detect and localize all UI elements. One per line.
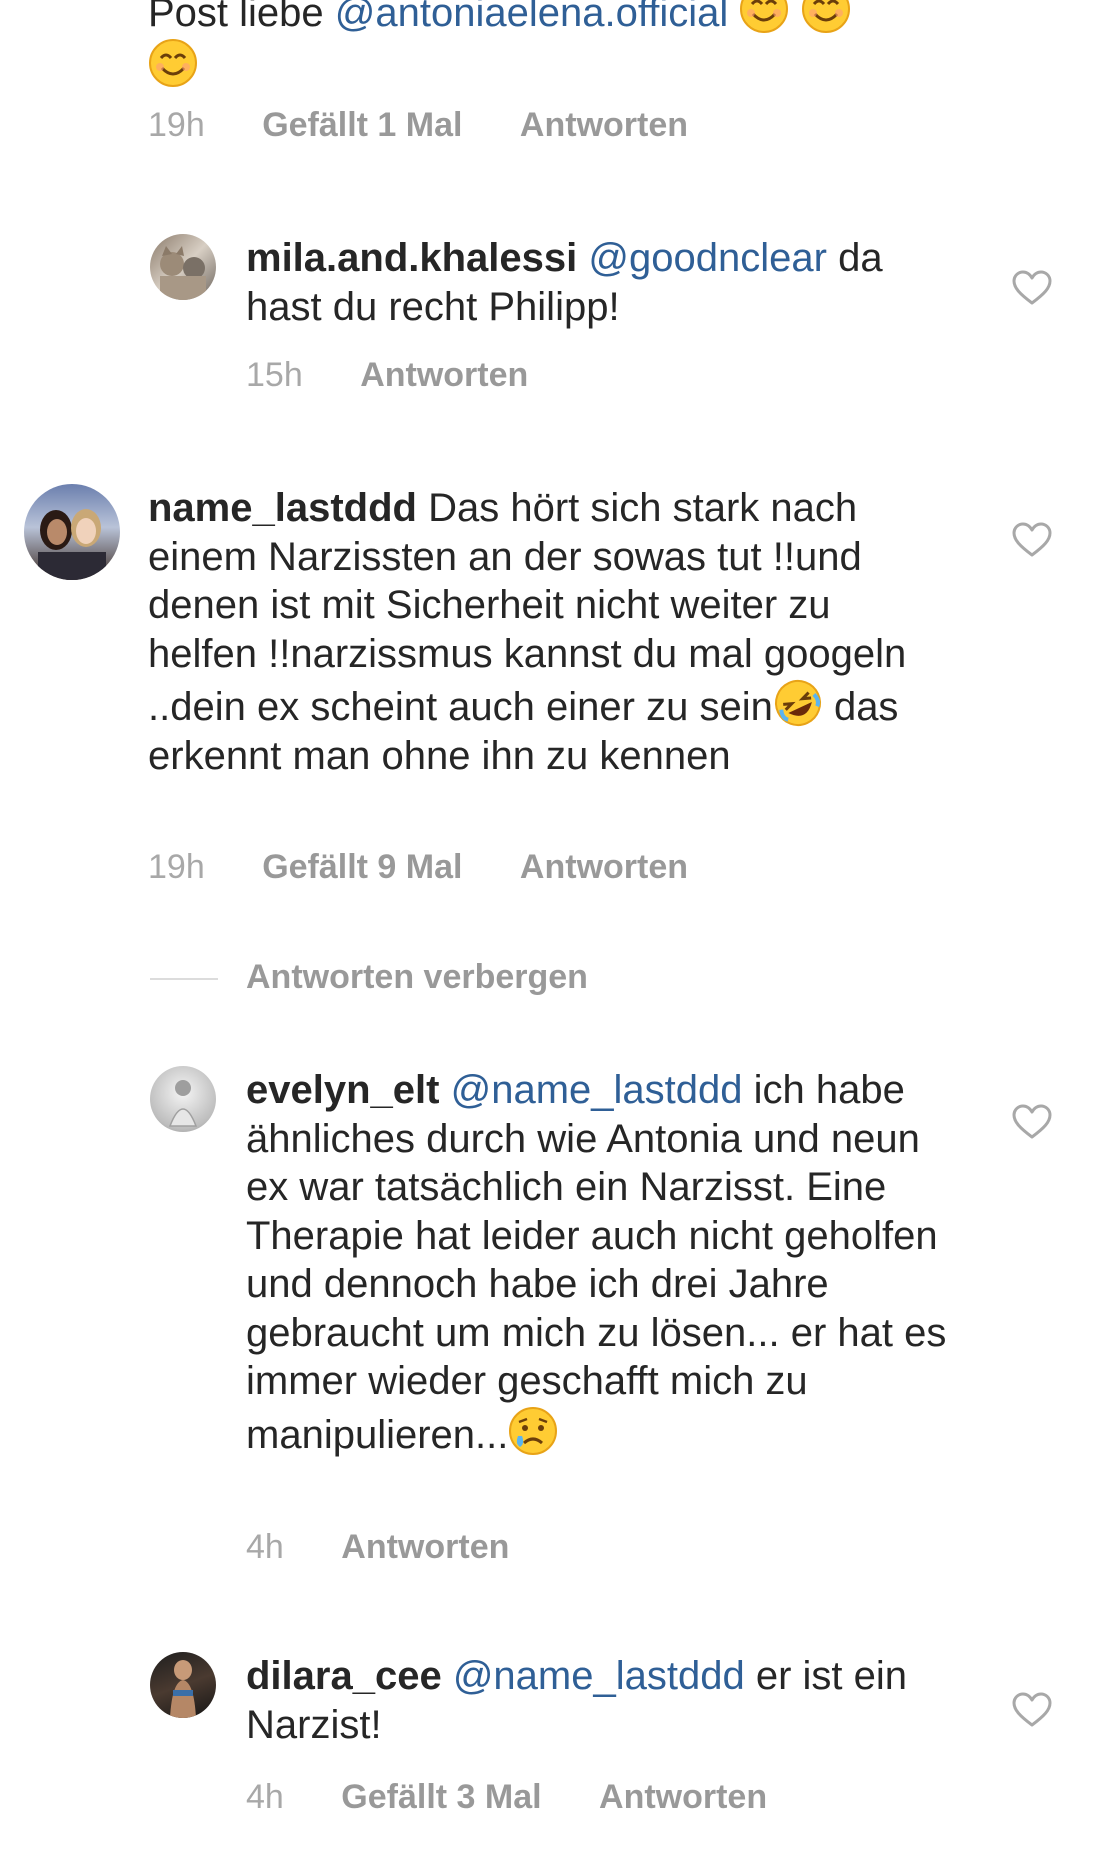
username[interactable]: dilara_cee xyxy=(246,1654,442,1698)
avatar[interactable] xyxy=(150,234,216,300)
reply-button[interactable]: Antworten xyxy=(341,1528,509,1567)
comment-meta: 15h Antworten xyxy=(246,356,528,395)
comment-text: Post liebe xyxy=(148,0,335,35)
username[interactable]: mila.and.khalessi xyxy=(246,236,577,280)
hide-replies-button[interactable]: Antworten verbergen xyxy=(246,958,588,997)
comment-time: 4h xyxy=(246,1528,284,1566)
smiling-face-emoji xyxy=(801,0,850,33)
smiling-face-emoji xyxy=(740,0,789,33)
reply-button[interactable]: Antworten xyxy=(360,356,528,395)
reply-button[interactable]: Antworten xyxy=(520,106,688,145)
comment-time: 19h xyxy=(148,106,205,144)
person-photo-icon xyxy=(168,1080,198,1127)
likes-count[interactable]: Gefällt 9 Mal xyxy=(262,848,462,887)
cat-photo-icon xyxy=(160,246,206,300)
like-heart-icon[interactable] xyxy=(1012,522,1052,558)
reply-button[interactable]: Antworten xyxy=(599,1778,767,1817)
comment-meta: 4h Antworten xyxy=(246,1528,509,1567)
mention-link[interactable]: @goodnclear xyxy=(588,236,827,280)
comment-time: 15h xyxy=(246,356,303,394)
comment-text: ich habe ähnliches durch wie Antonia und… xyxy=(246,1068,947,1457)
comment-time: 19h xyxy=(148,848,205,886)
likes-count[interactable]: Gefällt 3 Mal xyxy=(341,1778,541,1817)
likes-count[interactable]: Gefällt 1 Mal xyxy=(262,106,462,145)
comment-evelyn: evelyn_elt @name_lastddd ich habe ähnlic… xyxy=(246,1066,966,1459)
sad-but-relieved-face-emoji xyxy=(509,1406,558,1455)
username[interactable]: name_lastddd xyxy=(148,486,417,530)
comment-dilara: dilara_cee @name_lastddd er ist ein Narz… xyxy=(246,1652,966,1749)
mention-link[interactable]: @name_lastddd xyxy=(453,1654,745,1698)
comments-page: Post liebe @antoniaelena.official 19h Ge… xyxy=(0,0,1113,1863)
rolling-on-floor-laughing-emoji xyxy=(774,680,821,726)
comment-meta: 19h Gefällt 1 Mal Antworten xyxy=(148,106,688,145)
like-heart-icon[interactable] xyxy=(1012,1104,1052,1140)
comment-name-lastddd: name_lastddd Das hört sich stark nach ei… xyxy=(148,484,948,780)
comment-time: 4h xyxy=(246,1778,284,1816)
comment-meta: 4h Gefällt 3 Mal Antworten xyxy=(246,1778,767,1817)
mention-link[interactable]: @name_lastddd xyxy=(451,1068,743,1112)
comment-top-partial: Post liebe @antoniaelena.official xyxy=(148,0,948,91)
comment-meta: 19h Gefällt 9 Mal Antworten xyxy=(148,848,688,887)
avatar[interactable] xyxy=(24,484,120,580)
like-heart-icon[interactable] xyxy=(1012,270,1052,306)
avatar[interactable] xyxy=(150,1066,216,1132)
person-photo-icon xyxy=(170,1660,196,1718)
like-heart-icon[interactable] xyxy=(1012,1692,1052,1728)
smiling-face-emoji xyxy=(149,38,197,87)
hide-replies-divider xyxy=(150,978,218,980)
reply-button[interactable]: Antworten xyxy=(520,848,688,887)
username[interactable]: evelyn_elt xyxy=(246,1068,439,1112)
comment-mila: mila.and.khalessi @goodnclear da hast du… xyxy=(246,234,966,331)
two-women-photo-icon xyxy=(38,509,106,580)
mention-link[interactable]: @antoniaelena.official xyxy=(335,0,728,35)
avatar[interactable] xyxy=(150,1652,216,1718)
